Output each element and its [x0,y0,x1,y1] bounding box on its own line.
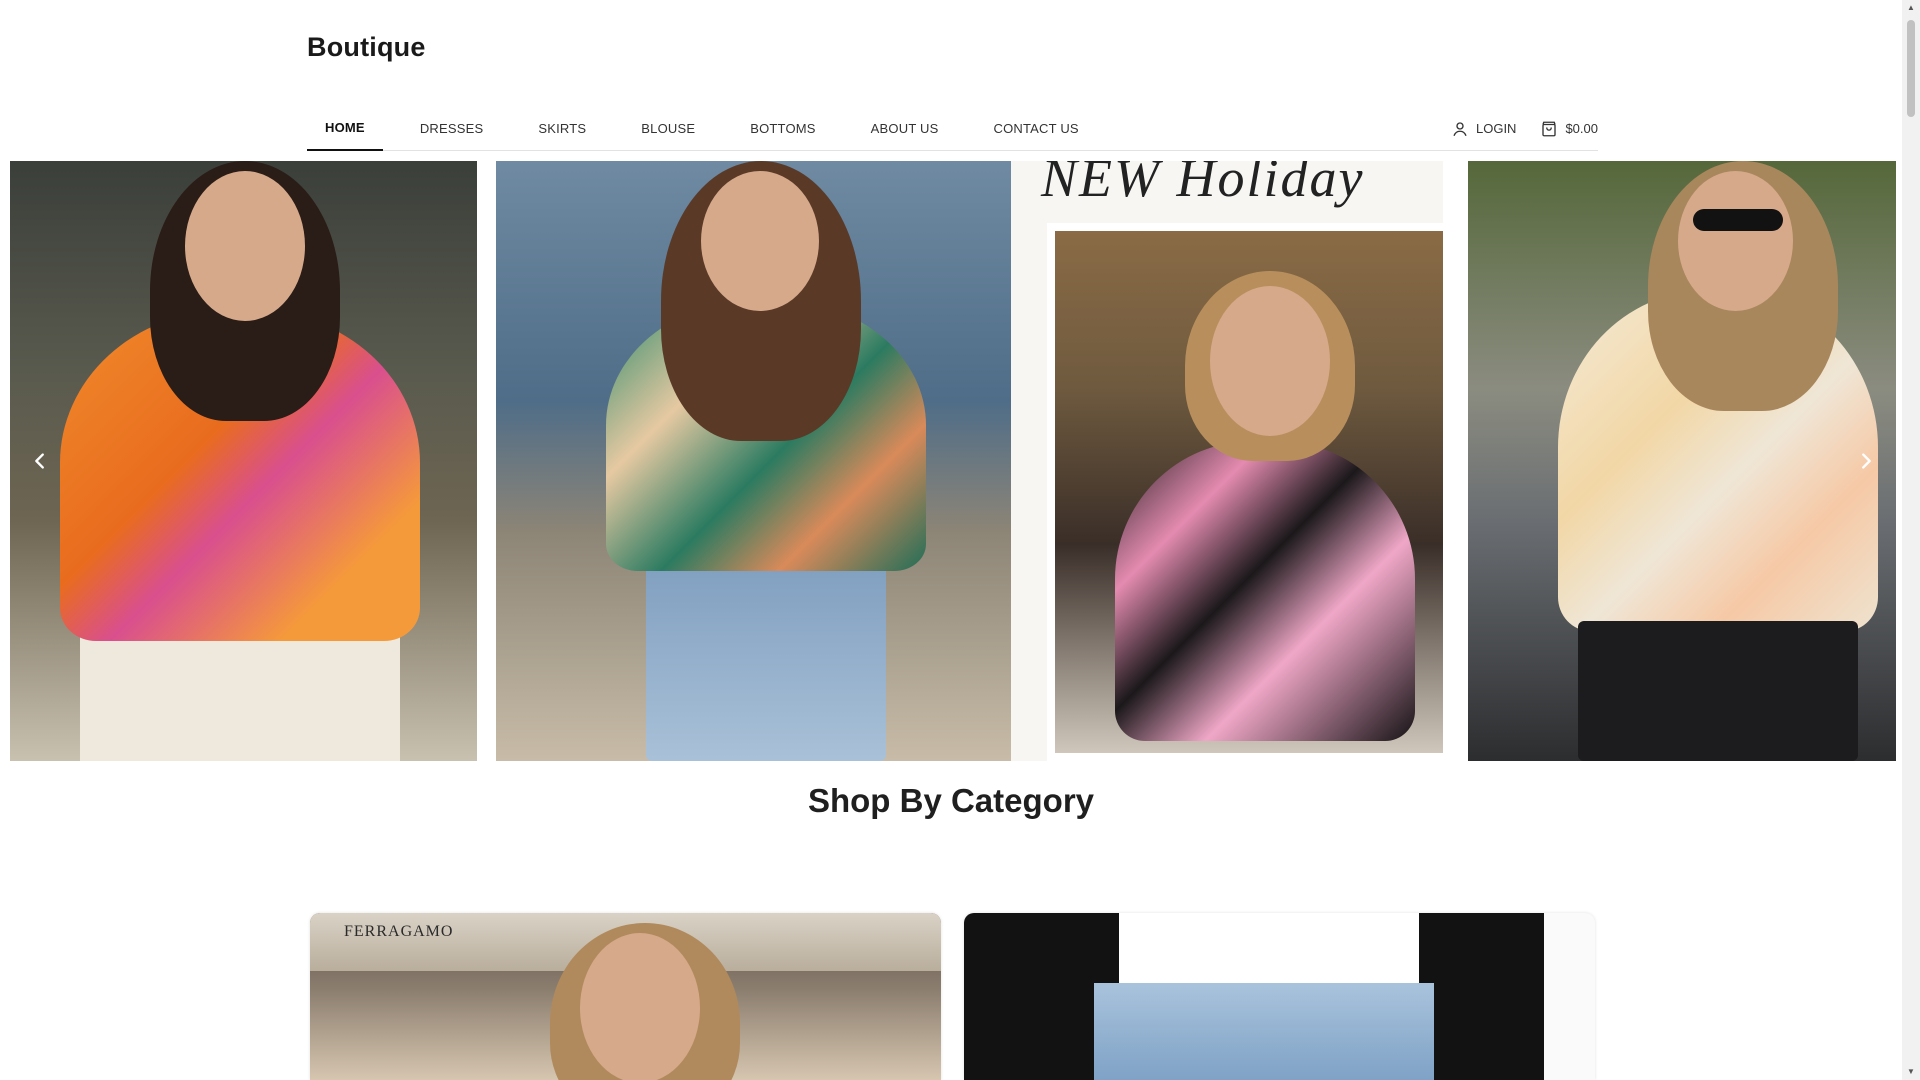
hero-slide-3: NEW Holiday [1011,161,1443,761]
scroll-down-arrow-icon[interactable]: ▼ [1906,1067,1916,1077]
hero-slide-1 [10,161,477,761]
site-logo[interactable]: Boutique [307,32,426,63]
hero-slide-2 [496,161,1011,761]
section-title: Shop By Category [807,782,1095,819]
chevron-right-icon [1862,453,1871,469]
nav-menu: HOME DRESSES SKIRTS BLOUSE BOTTOMS ABOUT… [307,106,1116,151]
nav-item-dresses[interactable]: DRESSES [402,106,502,151]
login-link[interactable]: LOGIN [1451,120,1516,138]
category-card[interactable]: FERRAGAMO [310,913,941,1080]
cart-link[interactable]: $0.00 [1540,120,1598,138]
main-navigation: HOME DRESSES SKIRTS BLOUSE BOTTOMS ABOUT… [307,106,1598,151]
hero-carousel[interactable]: NEW Holiday [10,161,1896,761]
carousel-prev-button[interactable] [22,443,58,479]
page: Boutique HOME DRESSES SKIRTS BLOUSE BOTT… [0,0,1902,1080]
storefront-sign-text: FERRAGAMO [344,923,454,940]
holiday-photo-frame [1047,223,1443,761]
face-shape [1678,171,1793,311]
nav-item-bottoms[interactable]: BOTTOMS [732,106,833,151]
face-shape [1210,286,1330,436]
nav-item-skirts[interactable]: SKIRTS [520,106,604,151]
user-icon [1453,121,1467,136]
nav-item-blouse[interactable]: BLOUSE [623,106,713,151]
carousel-next-button[interactable] [1848,443,1884,479]
page-scrollbar[interactable]: ▲ ▼ [1902,0,1920,1080]
cart-total: $0.00 [1565,121,1598,136]
black-blouse-shape [1115,441,1415,741]
header-utilities: LOGIN $0.00 [1451,106,1598,151]
face-shape [185,171,305,321]
holiday-heading: NEW Holiday [1041,161,1365,208]
nav-item-about-us[interactable]: ABOUT US [853,106,957,151]
sunglasses-shape [1693,209,1783,231]
denim-jeans-shape [1094,983,1434,1080]
scroll-up-arrow-icon[interactable]: ▲ [1906,3,1916,13]
nav-item-home[interactable]: HOME [307,106,383,151]
nav-item-contact-us[interactable]: CONTACT US [976,106,1097,151]
black-pants-shape [1578,621,1858,761]
login-label: LOGIN [1475,121,1517,136]
white-top-shape [1119,913,1419,983]
category-card[interactable] [964,913,1595,1080]
scrollbar-thumb[interactable] [1907,20,1915,117]
denim-shorts-shape [646,541,886,761]
face-shape [701,171,819,311]
hero-slide-4 [1468,161,1896,761]
chevron-left-icon [35,453,44,469]
shopping-bag-icon [1542,121,1557,136]
face-shape [580,933,700,1080]
